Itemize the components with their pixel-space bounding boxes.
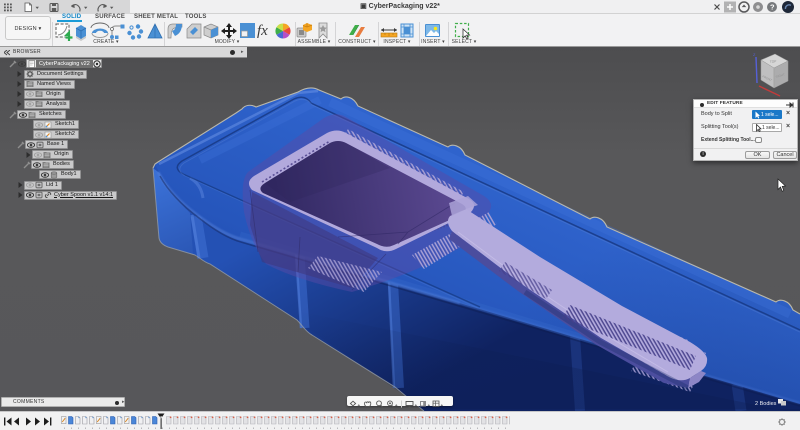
svg-text:Z: Z: [753, 52, 756, 57]
svg-text:TOP: TOP: [770, 59, 777, 64]
svg-text:?: ?: [770, 3, 775, 12]
svg-text:fx: fx: [257, 23, 268, 39]
